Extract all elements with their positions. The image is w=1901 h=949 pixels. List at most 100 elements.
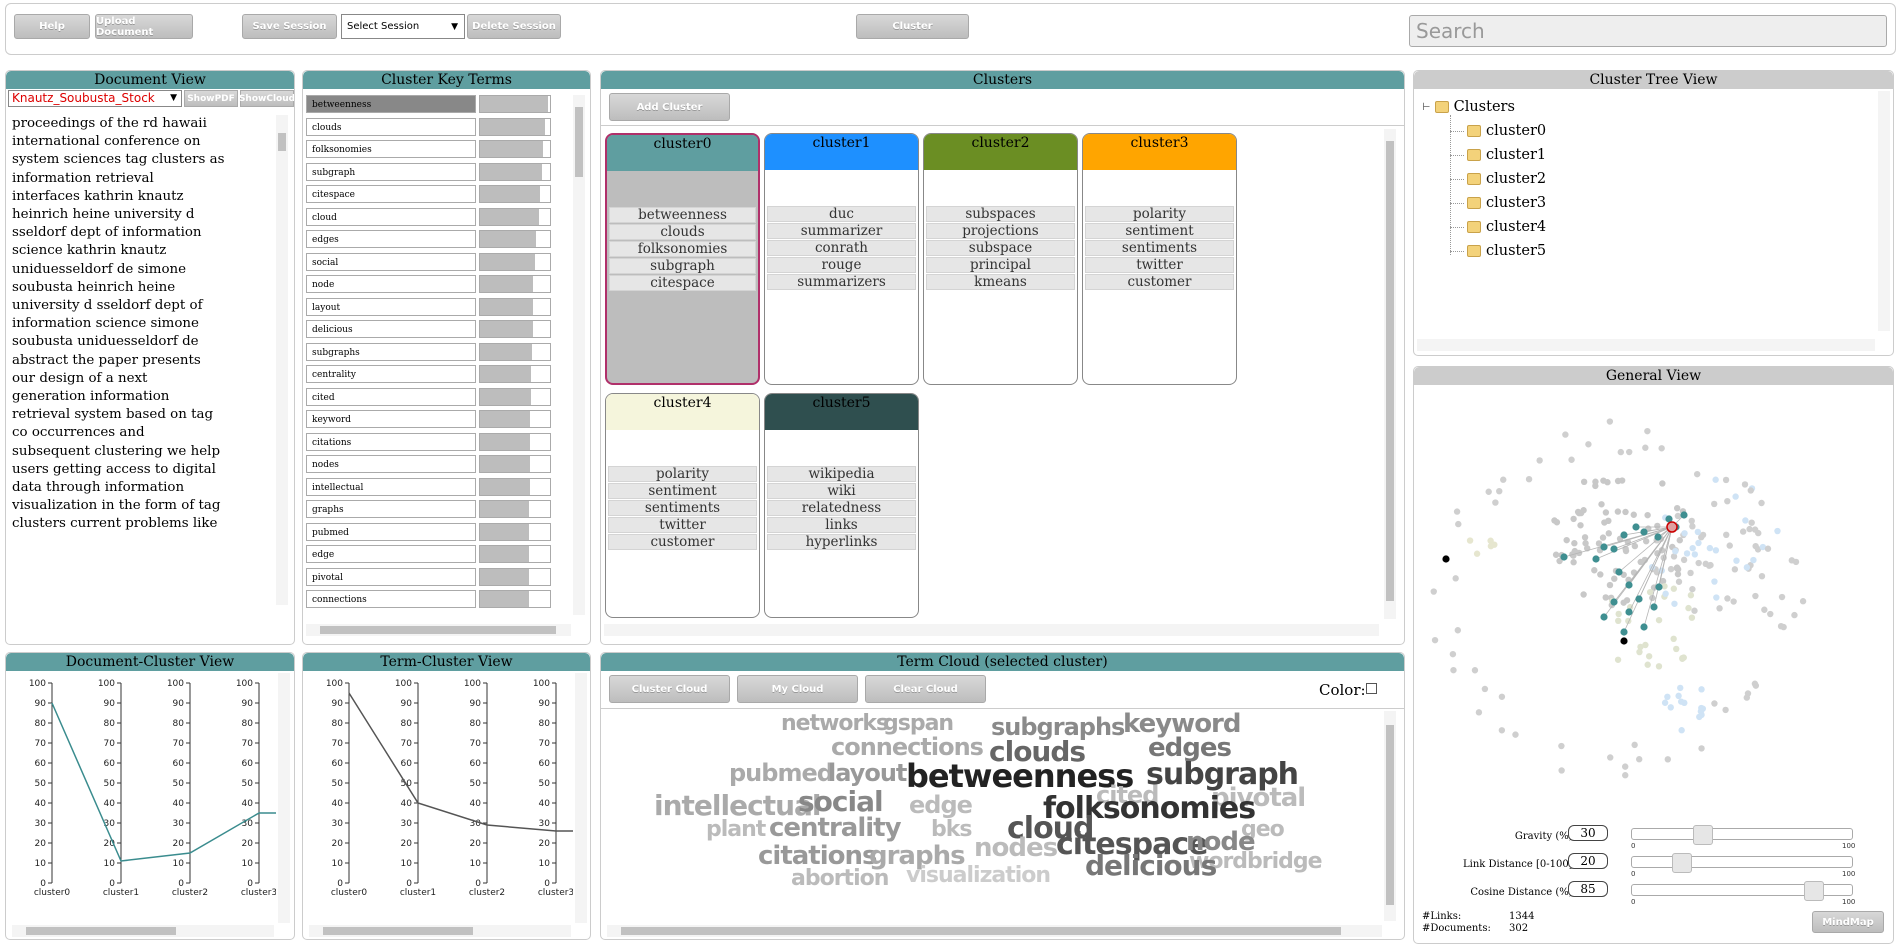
graph-node[interactable] [1640,528,1648,536]
graph-node[interactable] [1713,594,1720,601]
graph-node[interactable] [1724,497,1731,505]
graph-node[interactable] [1604,479,1611,486]
link-distance-slider-thumb[interactable] [1672,853,1693,873]
graph-node[interactable] [1632,523,1640,531]
graph-node[interactable] [1780,623,1787,631]
mindmap-button[interactable]: MindMap [1812,911,1884,933]
graph-node[interactable] [1601,519,1608,526]
cluster-term[interactable]: links [767,517,916,533]
scroll-thumb[interactable] [621,927,1341,935]
tree-scrollbar[interactable] [1878,91,1890,331]
cluster-card-title[interactable]: cluster4 [606,394,759,430]
scroll-thumb[interactable] [1386,141,1394,601]
tree-item[interactable]: cluster5 [1450,243,1546,259]
graph-node[interactable] [1602,594,1609,601]
graph-node[interactable] [1747,487,1754,494]
graph-node[interactable] [1552,551,1560,558]
graph-node[interactable] [1512,731,1519,738]
graph-node[interactable] [1741,481,1749,488]
graph-node[interactable] [1560,553,1568,561]
graph-node[interactable] [1491,541,1498,548]
key-term-label[interactable]: centrality [306,365,476,383]
key-term-label[interactable]: pubmed [306,522,476,541]
cluster-button[interactable]: Cluster [856,14,969,39]
clusters-hscrollbar[interactable] [604,624,1379,636]
scroll-thumb[interactable] [575,107,583,177]
graph-node[interactable] [1655,663,1663,670]
graph-node[interactable] [1558,767,1565,774]
gravity-slider[interactable] [1631,825,1853,845]
key-term-label[interactable]: betweenness [306,95,476,113]
graph-node[interactable] [1670,585,1678,592]
graph-node[interactable] [1570,515,1577,523]
graph-node[interactable] [1492,499,1499,506]
graph-node[interactable] [1466,537,1474,544]
graph-node[interactable] [1667,565,1675,573]
graph-node[interactable] [1580,591,1587,598]
graph-node[interactable] [1764,545,1772,552]
graph-node[interactable] [1496,487,1503,495]
tree-item[interactable]: cluster1 [1450,147,1546,163]
cluster-term[interactable]: principal [926,257,1075,273]
graph-node[interactable] [1683,550,1691,557]
scroll-thumb[interactable] [278,133,286,151]
graph-node[interactable] [1551,517,1558,524]
scroll-thumb[interactable] [26,927,176,935]
cluster-term[interactable]: duc [767,206,916,222]
graph-node[interactable] [1698,745,1705,752]
graph-node[interactable] [1605,530,1612,537]
graph-node[interactable] [1755,529,1762,537]
cloud-hscrollbar[interactable] [607,925,1382,937]
help-button[interactable]: Help [14,14,90,39]
cluster-term[interactable]: kmeans [926,274,1075,290]
graph-node[interactable] [1450,666,1457,674]
key-term-label[interactable]: cloud [306,207,476,226]
key-term-label[interactable]: subgraphs [306,342,476,361]
document-select[interactable]: Knautz_Soubusta_Stock ▼ [8,90,182,107]
graph-node[interactable] [1611,575,1618,582]
link-distance-slider[interactable] [1631,853,1853,873]
cluster-cloud-button[interactable]: Cluster Cloud [609,675,730,703]
doc-cluster-scrollbar[interactable] [278,673,290,923]
graph-node[interactable] [1635,595,1643,603]
upload-document-button[interactable]: Upload Document [95,14,193,39]
cluster-card[interactable]: cluster5 wikipedia wiki relatedness links hyp… [764,393,919,618]
gravity-input[interactable]: 30 [1568,825,1608,841]
cloud-word[interactable]: centrality [769,813,902,843]
graph-node[interactable] [1723,531,1730,539]
cluster-card[interactable]: cluster1 duc summarizer conrath rouge summari… [764,133,919,385]
graph-node[interactable] [1654,522,1661,530]
cosine-distance-slider[interactable] [1631,881,1853,901]
cluster-term[interactable]: sentiment [1085,223,1234,239]
graph-node[interactable] [1577,522,1584,529]
graph-node[interactable] [1602,509,1610,516]
graph-node[interactable] [1620,531,1628,539]
cluster-term[interactable]: rouge [767,257,916,273]
graph-node[interactable] [1739,528,1747,535]
graph-node[interactable] [1498,727,1506,734]
graph-node[interactable] [1455,520,1462,528]
graph-node[interactable] [1615,610,1622,618]
cloud-word[interactable]: abortion [791,866,889,891]
graph-node[interactable] [1698,711,1705,719]
graph-node[interactable] [1640,623,1648,631]
term-cluster-scrollbar[interactable] [575,673,587,923]
graph-node[interactable] [1599,534,1607,541]
cluster-card[interactable]: cluster4 polarity sentiment sentiments twitt… [605,393,760,618]
graph-node[interactable] [1655,583,1663,591]
cloud-scrollbar[interactable] [1384,711,1396,921]
graph-node[interactable] [1597,571,1604,578]
key-term-label[interactable]: layout [306,297,476,316]
graph-node[interactable] [1712,547,1720,554]
graph-node[interactable] [1598,501,1605,508]
graph-node[interactable] [1744,690,1752,697]
term-cluster-hscrollbar[interactable] [309,925,571,937]
graph-node[interactable] [1644,511,1651,519]
graph-node[interactable] [1581,534,1589,541]
graph-node[interactable] [1570,559,1577,566]
graph-node[interactable] [1716,605,1723,612]
graph-node[interactable] [1676,537,1683,544]
graph-node[interactable] [1659,480,1666,487]
cloud-word[interactable]: delicious [1085,849,1217,882]
force-graph[interactable] [1414,387,1893,807]
